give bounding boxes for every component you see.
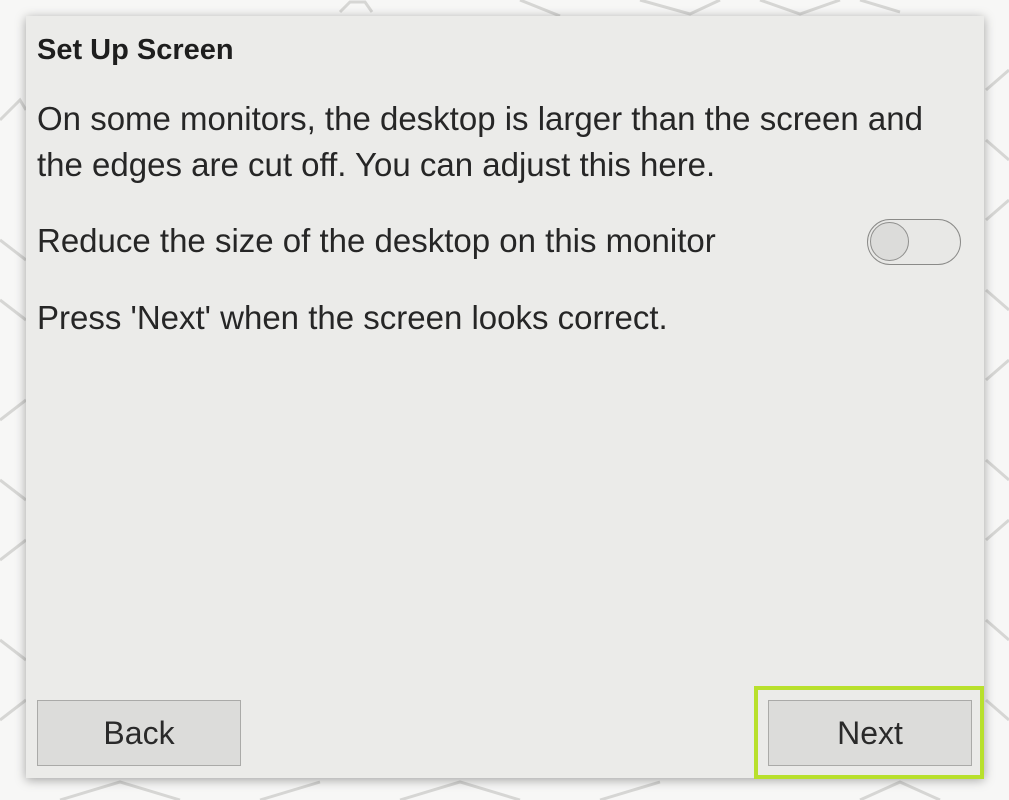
back-button[interactable]: Back — [37, 700, 241, 766]
toggle-knob — [870, 222, 909, 261]
reduce-desktop-toggle[interactable] — [867, 219, 961, 265]
reduce-desktop-label: Reduce the size of the desktop on this m… — [37, 222, 716, 259]
setup-screen-dialog: Set Up Screen On some monitors, the desk… — [26, 16, 984, 778]
reduce-desktop-row: Reduce the size of the desktop on this m… — [37, 216, 967, 270]
next-instruction: Press 'Next' when the screen looks corre… — [37, 299, 668, 336]
next-button[interactable]: Next — [768, 700, 972, 766]
dialog-description: On some monitors, the desktop is larger … — [37, 100, 923, 183]
dialog-title: Set Up Screen — [37, 34, 234, 66]
